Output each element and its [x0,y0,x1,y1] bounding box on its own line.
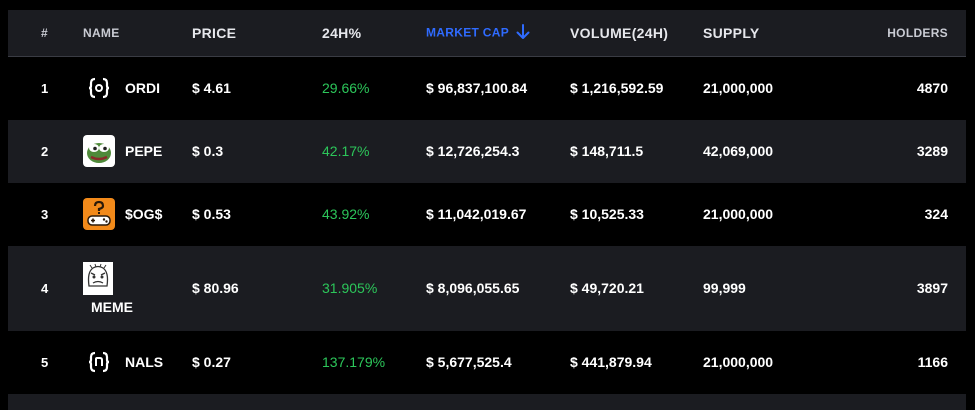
name-cell[interactable]: ORDI [83,56,192,120]
volume-cell: $ 1,216,592.59 [570,56,703,120]
change-cell: 29.66% [322,56,426,120]
price-cell: $ 80.96 [192,245,322,331]
pepe-frog-icon [83,135,115,167]
rank-cell: 4 [8,245,83,331]
header-market-cap-label: MARKET CAP [426,25,509,40]
market-cap-cell: $ 5,677,525.4 [426,330,570,394]
market-cap-cell: $ 12,726,254.3 [426,119,570,183]
table-row[interactable]: 5 NALS $ 0.27 137.179% $ 5,677,525.4 $ 4… [8,330,966,394]
supply-cell: 21,000,000 [703,56,884,120]
table-header-row: # NAME PRICE 24H% MARKET CAP VOLUME(24H)… [8,10,966,57]
table-row[interactable]: 1 ORDI $ 4.61 29.66% $ 96,837,100.84 $ 1… [8,56,966,120]
header-24h-change[interactable]: 24H% [322,10,426,57]
token-table-panel: # NAME PRICE 24H% MARKET CAP VOLUME(24H)… [8,10,966,410]
price-cell: $ 0.27 [192,330,322,394]
market-cap-cell: $ 96,837,100.84 [426,56,570,120]
change-cell: 31.905% [322,245,426,331]
holders-cell: 3897 [884,245,966,331]
supply-cell: 21,000,000 [703,330,884,394]
volume-cell: $ 441,879.94 [570,330,703,394]
header-supply[interactable]: SUPPLY [703,10,884,57]
market-cap-cell: $ 8,096,055.65 [426,245,570,331]
meme-face-icon [83,261,113,295]
token-name[interactable]: ORDI [125,80,160,96]
token-name[interactable]: $OG$ [125,206,162,222]
change-cell: 42.17% [322,119,426,183]
price-cell: $ 4.61 [192,56,322,120]
token-name[interactable]: NALS [125,354,163,370]
table-row[interactable]: 4 MEME $ 80.96 31.905% $ 8,096,055.65 $ … [8,245,966,331]
bracket-n-icon [83,346,115,378]
name-cell[interactable]: NALS [83,330,192,394]
header-volume[interactable]: VOLUME(24H) [570,10,703,57]
token-table: # NAME PRICE 24H% MARKET CAP VOLUME(24H)… [8,10,966,394]
token-name[interactable]: PEPE [125,143,162,159]
gamepad-question-icon [83,198,115,230]
change-cell: 137.179% [322,330,426,394]
header-name[interactable]: NAME [83,10,192,57]
name-cell[interactable]: PEPE [83,119,192,183]
token-name[interactable]: MEME [91,299,133,315]
supply-cell: 21,000,000 [703,182,884,246]
volume-cell: $ 10,525.33 [570,182,703,246]
holders-cell: 3289 [884,119,966,183]
header-holders[interactable]: HOLDERS [884,10,966,57]
market-cap-cell: $ 11,042,019.67 [426,182,570,246]
holders-cell: 324 [884,182,966,246]
header-rank[interactable]: # [8,10,83,57]
volume-cell: $ 148,711.5 [570,119,703,183]
supply-cell: 99,999 [703,245,884,331]
change-cell: 43.92% [322,182,426,246]
rank-cell: 2 [8,119,83,183]
header-market-cap[interactable]: MARKET CAP [426,10,570,57]
table-row[interactable]: 3 $OG$ $ 0.53 43.92% $ 11,042,019.67 $ 1… [8,182,966,246]
name-cell[interactable]: MEME [83,245,192,331]
name-cell[interactable]: $OG$ [83,182,192,246]
price-cell: $ 0.53 [192,182,322,246]
sort-down-arrow-icon [516,23,530,43]
rank-cell: 1 [8,56,83,120]
supply-cell: 42,069,000 [703,119,884,183]
holders-cell: 4870 [884,56,966,120]
table-row[interactable]: 2 PEPE $ 0.3 42.17% $ 12,726,254.3 $ 148… [8,119,966,183]
holders-cell: 1166 [884,330,966,394]
rank-cell: 5 [8,330,83,394]
volume-cell: $ 49,720.21 [570,245,703,331]
bracket-o-icon [83,72,115,104]
price-cell: $ 0.3 [192,119,322,183]
header-price[interactable]: PRICE [192,10,322,57]
rank-cell: 3 [8,182,83,246]
